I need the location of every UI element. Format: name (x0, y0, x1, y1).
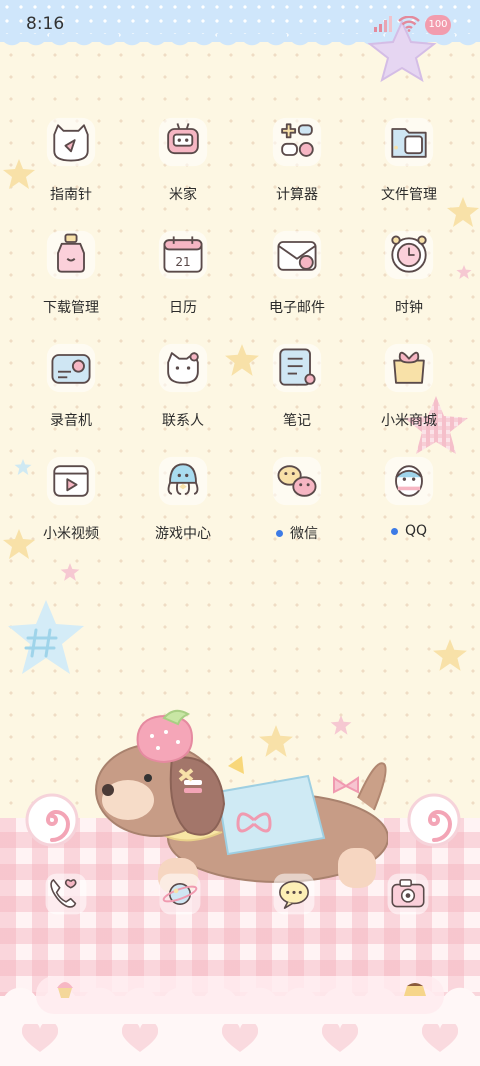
app-label-text: 微信 (290, 526, 318, 542)
calendar-icon: 2121 (155, 227, 211, 283)
app-label-text: 小米商城 (381, 413, 437, 429)
app-label-text: 日历 (169, 300, 197, 316)
video-player-icon (43, 453, 99, 509)
app-label: 电子邮件 (269, 297, 325, 317)
store-bag-icon (381, 340, 437, 396)
app-label: 指南针 (50, 184, 92, 204)
app-label-text: 计算器 (276, 187, 318, 203)
app-label-text: 小米视频 (43, 526, 99, 542)
app-label: 文件管理 (381, 184, 437, 204)
app-store-bag[interactable]: 小米商城 (353, 334, 465, 444)
app-calculator[interactable]: 计算器 (241, 108, 353, 218)
app-video-player[interactable]: 小米视频 (15, 447, 127, 557)
app-label: 小米视频 (43, 523, 99, 543)
heart-decor-icon (422, 1024, 458, 1052)
app-label: 游戏中心 (155, 523, 211, 543)
heart-decor-icon (22, 1024, 58, 1052)
status-bar: 8:16 100 (0, 0, 480, 50)
app-folder[interactable]: 文件管理 (353, 108, 465, 218)
svg-text:21: 21 (175, 255, 190, 269)
app-label: 时钟 (395, 297, 423, 317)
app-label-text: 联系人 (162, 413, 204, 429)
app-label: 录音机 (50, 410, 92, 430)
notification-dot (276, 529, 283, 537)
app-label: 米家 (169, 184, 197, 204)
app-label-text: 文件管理 (381, 187, 437, 203)
wifi-icon (398, 16, 420, 32)
app-wechat-chicks[interactable]: 微信 (241, 447, 353, 557)
app-contacts-cat[interactable]: 联系人 (127, 334, 239, 444)
app-qq-penguin[interactable]: QQ (353, 447, 465, 557)
small-pink-star-decor-icon (60, 563, 80, 581)
heart-decor-icon (122, 1024, 158, 1052)
app-label-text: 指南针 (50, 187, 92, 203)
mijia-robot-icon (155, 114, 211, 170)
heart-decor-icon (322, 1024, 358, 1052)
app-label: 笔记 (283, 410, 311, 430)
signal-icon (374, 16, 392, 32)
app-recorder[interactable]: 录音机 (15, 334, 127, 444)
octopus-game-icon (155, 453, 211, 509)
app-label: 联系人 (162, 410, 204, 430)
app-label-text: QQ (404, 523, 428, 539)
app-download-bottle[interactable]: 下载管理 (15, 221, 127, 331)
download-bottle-icon (43, 227, 99, 283)
app-label: 小米商城 (381, 410, 437, 430)
app-label-text: 下载管理 (43, 300, 99, 316)
notes-icon (269, 340, 325, 396)
recorder-icon (43, 340, 99, 396)
app-label-text: 笔记 (283, 413, 311, 429)
app-label: 下载管理 (43, 297, 99, 317)
app-label-text: 时钟 (395, 300, 423, 316)
wechat-chicks-icon (269, 453, 325, 509)
browser-planet-icon[interactable] (158, 872, 202, 916)
app-label: 微信 (276, 523, 318, 543)
calculator-icon (269, 114, 325, 170)
app-label-text: 游戏中心 (155, 526, 211, 542)
compass-cat-icon (43, 114, 99, 170)
dock-background (36, 976, 444, 1014)
app-notes[interactable]: 笔记 (241, 334, 353, 444)
battery-indicator: 100 (425, 15, 451, 35)
notification-dot (390, 527, 398, 535)
app-compass-cat[interactable]: 指南针 (15, 108, 127, 218)
app-label-text: 录音机 (50, 413, 92, 429)
cupcake-decor-icon (57, 982, 73, 998)
app-label-text: 米家 (169, 187, 197, 203)
yellow-star-decor-icon (433, 639, 467, 671)
status-time: 8:16 (26, 14, 65, 34)
heart-decor-icon (222, 1024, 258, 1052)
blue-hash-star-decor-icon (8, 600, 84, 674)
camera-icon[interactable] (386, 872, 430, 916)
app-clock[interactable]: 时钟 (353, 221, 465, 331)
folder-icon (381, 114, 437, 170)
email-icon (269, 227, 325, 283)
qq-penguin-icon (381, 453, 437, 509)
clock-icon (381, 227, 437, 283)
messages-bubble-icon[interactable] (272, 872, 316, 916)
app-calendar[interactable]: 2121 日历 (127, 221, 239, 331)
app-label: 日历 (169, 297, 197, 317)
phone-icon[interactable] (44, 872, 88, 916)
app-label: QQ (390, 523, 428, 539)
app-email[interactable]: 电子邮件 (241, 221, 353, 331)
pudding-decor-icon (404, 983, 426, 996)
app-mijia-robot[interactable]: 米家 (127, 108, 239, 218)
contacts-cat-icon (155, 340, 211, 396)
app-label-text: 电子邮件 (269, 300, 325, 316)
app-octopus-game[interactable]: 游戏中心 (127, 447, 239, 557)
puppy-strawberry-illustration (95, 709, 388, 894)
swirl-candy-decor-icon (407, 793, 461, 847)
swirl-candy-decor-icon (25, 793, 79, 847)
app-label: 计算器 (276, 184, 318, 204)
